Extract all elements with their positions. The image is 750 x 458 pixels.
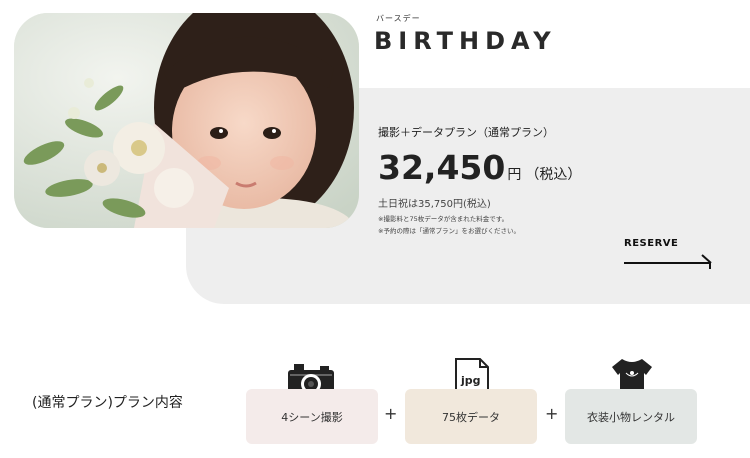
child-with-flowers-image bbox=[14, 13, 359, 228]
hero-photo bbox=[14, 13, 359, 228]
plan-contents-label: (通常プラン)プラン内容 bbox=[32, 395, 183, 411]
title-kana: バースデー bbox=[376, 14, 421, 23]
reserve-link[interactable]: RESERVE bbox=[624, 238, 678, 249]
price-amount: 32,450 bbox=[378, 148, 506, 187]
plan-note-2: ※予約の際は「通常プラン」をお選びください。 bbox=[378, 227, 520, 235]
weekend-price: 土日祝は35,750円(税込) bbox=[378, 199, 491, 210]
plus-sign: + bbox=[545, 404, 559, 423]
page-title: BIRTHDAY bbox=[374, 27, 557, 55]
price: 32,450 円 （税込） bbox=[378, 148, 581, 187]
plan-item-card: 衣装小物レンタル bbox=[565, 389, 697, 444]
plus-sign: + bbox=[384, 404, 398, 423]
price-currency: 円 bbox=[507, 167, 522, 183]
plan-name: 撮影＋データプラン（通常プラン） bbox=[378, 126, 554, 139]
plan-item-card: 75枚データ bbox=[405, 389, 537, 444]
jpg-label: jpg bbox=[460, 374, 481, 387]
arrow-right-icon[interactable] bbox=[624, 252, 714, 270]
plan-item-card: 4シーン撮影 bbox=[246, 389, 378, 444]
plan-note-1: ※撮影料と75枚データが含まれた料金です。 bbox=[378, 215, 509, 223]
price-tax-note: （税込） bbox=[525, 167, 582, 183]
